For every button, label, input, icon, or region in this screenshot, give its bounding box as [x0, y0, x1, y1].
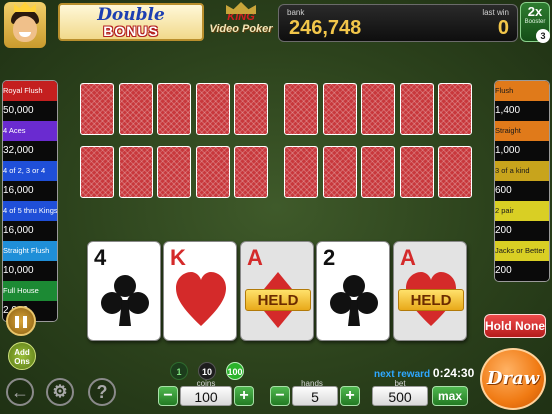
bet-value: 500 [372, 386, 428, 406]
face-down-card [361, 83, 395, 135]
face-down-card [284, 146, 318, 198]
playing-card[interactable]: 2 [316, 241, 390, 341]
add-ons-line1: Add [14, 348, 30, 357]
face-down-card [80, 146, 114, 198]
hands-minus-button[interactable]: − [270, 386, 290, 406]
face-down-card [118, 146, 153, 198]
paytable-right-name: Straight [495, 121, 549, 141]
coins-value: 100 [180, 386, 232, 406]
paytable-left-name: Royal Flush [3, 81, 57, 101]
question-mark-icon[interactable]: ? [88, 378, 116, 406]
face-down-card [438, 83, 472, 135]
face-down-card [195, 83, 230, 135]
last-win-value: 0 [497, 17, 509, 39]
game-title-line1: Double [97, 5, 165, 25]
paytable-left-value: 50,000 [3, 101, 57, 121]
booster-button[interactable]: 2x Booster 3 [520, 2, 550, 43]
add-ons-line2: Ons [14, 357, 30, 366]
face-down-card [80, 83, 114, 135]
paytable-right-name: 3 of a kind [495, 161, 549, 181]
add-ons-button[interactable]: Add Ons [8, 342, 36, 370]
paytable-left-name: 4 Aces [3, 121, 57, 141]
paytable-right-value: 600 [495, 181, 549, 201]
denom-chip-100[interactable]: 100 [226, 362, 244, 380]
paytable-right-name: Jacks or Better [495, 241, 549, 261]
card-rank: K [170, 245, 186, 270]
held-label: HELD [245, 289, 311, 311]
coins-minus-button[interactable]: − [158, 386, 178, 406]
face-down-card [157, 146, 191, 198]
paytable-left-value: 10,000 [3, 261, 57, 281]
face-down-card [438, 146, 472, 198]
paytable-right-name: Flush [495, 81, 549, 101]
coins-plus-button[interactable]: + [234, 386, 254, 406]
face-down-card [234, 83, 268, 135]
next-reward: next reward 0:24:30 [374, 366, 474, 380]
paytable-right-value: 200 [495, 221, 549, 241]
face-down-card [322, 83, 357, 135]
next-reward-label: next reward [374, 369, 431, 380]
paytable-left-name: 4 of 2, 3 or 4 [3, 161, 57, 181]
denom-chip-1[interactable]: 1 [170, 362, 188, 380]
max-bet-button[interactable]: max [432, 386, 468, 406]
paytable-left-value: 16,000 [3, 221, 57, 241]
hold-none-button[interactable]: Hold None [484, 314, 546, 338]
paytable-right-value: 1,400 [495, 101, 549, 121]
brand-logo: KING Video Poker [208, 2, 274, 42]
paytable-right-name: 2 pair [495, 201, 549, 221]
face-down-card [284, 83, 318, 135]
crown-icon [226, 2, 256, 14]
pause-icon[interactable] [6, 306, 36, 336]
paytable-right-value: 200 [495, 261, 549, 281]
player-avatar[interactable] [4, 2, 46, 48]
paytable-left: Royal Flush 50,000 4 Aces 32,000 4 of 2, 3 o… [2, 80, 58, 322]
card-rank: A [247, 245, 263, 270]
paytable-left-name: Full House [3, 281, 57, 301]
card-rank: 2 [323, 245, 336, 270]
booster-multiplier: 2x [527, 4, 543, 19]
bank-panel: bank 246,748 last win 0 [278, 4, 518, 42]
playing-card[interactable]: A HELD [240, 241, 314, 341]
playing-card[interactable]: A HELD [393, 241, 467, 341]
booster-count: 3 [536, 29, 550, 43]
paytable-right-value: 1,000 [495, 141, 549, 161]
face-down-card [234, 146, 268, 198]
face-down-card [399, 146, 434, 198]
hands-plus-button[interactable]: + [340, 386, 360, 406]
paytable-right: Flush 1,400 Straight 1,000 3 of a kind 600 2 p… [494, 80, 550, 282]
bank-label: bank [287, 8, 305, 17]
paytable-left-value: 16,000 [3, 181, 57, 201]
booster-label: Booster [524, 19, 546, 25]
playing-card[interactable]: 4 [87, 241, 161, 341]
club-suit-icon [100, 272, 150, 328]
draw-button[interactable]: Draw [480, 348, 546, 410]
playing-card[interactable]: K [163, 241, 237, 341]
face-down-card [399, 83, 434, 135]
held-label: HELD [398, 289, 464, 311]
face-down-card [361, 146, 395, 198]
face-down-card [195, 146, 230, 198]
hands-value: 5 [292, 386, 338, 406]
paytable-left-name: 4 of 5 thru Kings [3, 201, 57, 221]
gear-icon[interactable]: ⚙ [46, 378, 74, 406]
brand-line2: Video Poker [209, 23, 273, 35]
next-reward-time: 0:24:30 [432, 366, 475, 380]
card-rank: A [400, 245, 416, 270]
game-title-logo: Double BONUS [58, 3, 204, 41]
paytable-left-name: Straight Flush [3, 241, 57, 261]
denom-chip-10[interactable]: 10 [198, 362, 216, 380]
game-title-line2: BONUS [103, 23, 159, 39]
card-rank: 4 [94, 245, 107, 270]
last-win-label: last win [482, 8, 509, 17]
face-down-card [157, 83, 191, 135]
heart-suit-icon [176, 272, 226, 328]
face-down-card [118, 83, 153, 135]
back-arrow-icon[interactable]: ← [6, 378, 34, 406]
face-down-card [322, 146, 357, 198]
bank-value: 246,748 [289, 17, 362, 39]
club-suit-icon [329, 272, 379, 328]
paytable-left-value: 32,000 [3, 141, 57, 161]
